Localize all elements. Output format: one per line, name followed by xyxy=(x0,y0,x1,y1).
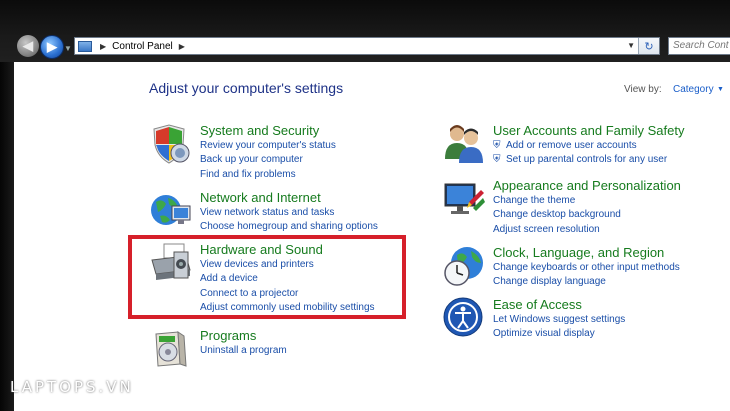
category-title[interactable]: Appearance and Personalization xyxy=(493,178,681,193)
view-by-chevron-icon[interactable]: ▼ xyxy=(717,86,724,93)
forward-arrow-icon: ▶ xyxy=(47,39,57,54)
link-windows-suggest[interactable]: Let Windows suggest settings xyxy=(493,313,625,327)
shield-icon xyxy=(153,124,190,164)
back-button[interactable]: ◀ xyxy=(17,35,39,57)
recent-pages-dropdown[interactable]: ▼ xyxy=(64,44,72,53)
link-desktop-background[interactable]: Change desktop background xyxy=(493,208,621,222)
users-icon xyxy=(445,125,483,163)
link-network-status[interactable]: View network status and tasks xyxy=(200,206,378,220)
globe-network-icon xyxy=(151,195,191,225)
link-homegroup[interactable]: Choose homegroup and sharing options xyxy=(200,220,378,234)
link-find-fix[interactable]: Find and fix problems xyxy=(200,168,336,182)
view-by-label: View by: xyxy=(624,84,662,95)
search-input[interactable]: Search Cont xyxy=(668,37,730,55)
breadcrumb-separator-icon[interactable]: ▶ xyxy=(179,42,185,51)
category-title[interactable]: Network and Internet xyxy=(200,190,321,205)
category-title[interactable]: Programs xyxy=(200,328,256,343)
window-border xyxy=(0,62,14,411)
uac-shield-icon: ⛨ xyxy=(493,154,501,166)
back-arrow-icon: ◀ xyxy=(23,38,33,53)
breadcrumb-separator-icon[interactable]: ▶ xyxy=(100,42,106,51)
view-by-dropdown[interactable]: Category xyxy=(673,84,714,95)
link-text[interactable]: Add or remove user accounts xyxy=(506,140,637,151)
link-change-theme[interactable]: Change the theme xyxy=(493,194,621,208)
clock-globe-icon xyxy=(444,247,483,286)
link-change-keyboards[interactable]: Change keyboards or other input methods xyxy=(493,261,680,275)
breadcrumb-control-panel[interactable]: Control Panel xyxy=(112,41,173,52)
refresh-button[interactable]: ↻ xyxy=(638,38,659,54)
link-review-status[interactable]: Review your computer's status xyxy=(200,139,336,153)
link-text[interactable]: Set up parental controls for any user xyxy=(506,154,667,165)
watermark-logo: LAPTOPS.VN xyxy=(10,378,134,396)
category-title[interactable]: System and Security xyxy=(200,123,319,138)
content-pane: Adjust your computer's settings View by:… xyxy=(14,62,730,411)
search-placeholder: Search Cont xyxy=(673,40,729,51)
link-parental-controls[interactable]: ⛨ Set up parental controls for any user xyxy=(493,153,667,167)
address-dropdown-icon[interactable]: ▼ xyxy=(627,41,635,50)
page-title: Adjust your computer's settings xyxy=(149,80,344,96)
category-title[interactable]: Clock, Language, and Region xyxy=(493,245,664,260)
link-uninstall[interactable]: Uninstall a program xyxy=(200,344,287,358)
refresh-icon: ↻ xyxy=(644,40,654,53)
link-add-remove-users[interactable]: ⛨ Add or remove user accounts xyxy=(493,139,667,153)
uac-shield-icon: ⛨ xyxy=(493,140,501,151)
highlight-box xyxy=(128,235,406,319)
address-bar[interactable]: ▶ Control Panel ▶ ▼ ↻ xyxy=(74,37,660,55)
link-display-language[interactable]: Change display language xyxy=(493,275,680,289)
monitor-paint-icon xyxy=(444,183,485,214)
forward-button[interactable]: ▶ xyxy=(40,35,64,59)
category-title[interactable]: Ease of Access xyxy=(493,297,582,312)
category-title[interactable]: User Accounts and Family Safety xyxy=(493,123,684,138)
software-box-icon xyxy=(155,331,187,367)
link-back-up[interactable]: Back up your computer xyxy=(200,153,336,167)
ease-of-access-icon xyxy=(443,297,483,337)
control-panel-icon xyxy=(78,40,92,52)
link-screen-resolution[interactable]: Adjust screen resolution xyxy=(493,223,621,237)
link-optimize-visual[interactable]: Optimize visual display xyxy=(493,327,625,341)
